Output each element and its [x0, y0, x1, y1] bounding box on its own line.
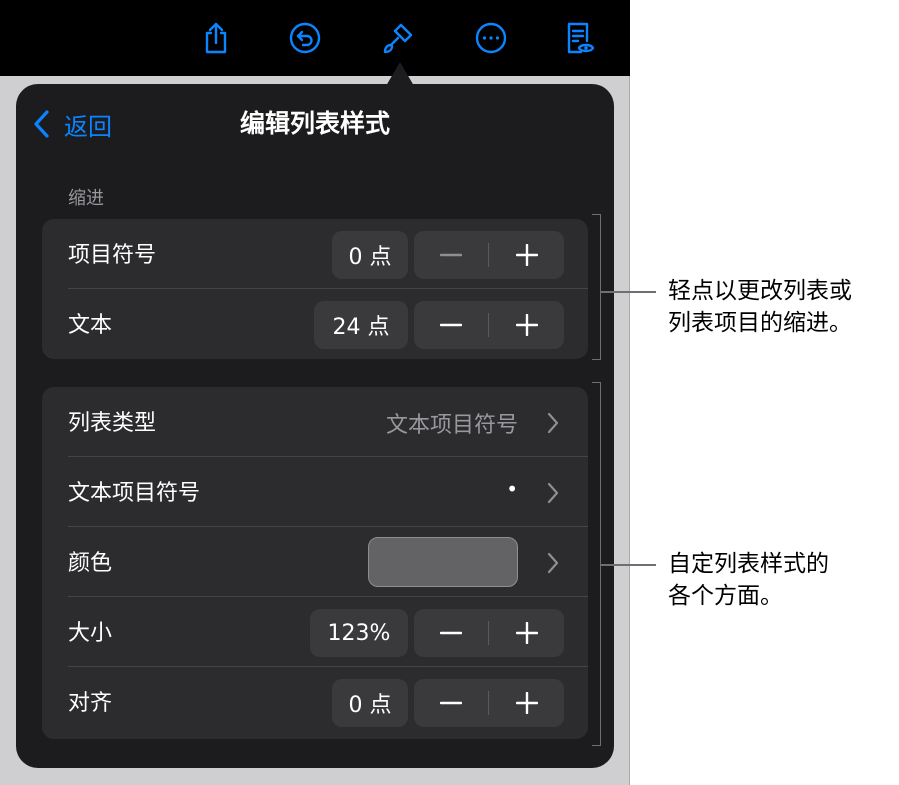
popover-arrow	[386, 62, 414, 86]
indent-group: 项目符号 0 点 文本 24 点	[42, 219, 588, 359]
text-bullet-value: •	[506, 477, 518, 501]
text-bullet-label: 文本项目符号	[68, 481, 201, 506]
list-style-group: 列表类型 文本项目符号 文本项目符号 • 颜色 大小 123% 对齐 0 点	[42, 387, 588, 739]
indent-bracket	[592, 214, 601, 360]
style-callout-line-2: 各个方面。	[668, 583, 783, 609]
bullet-indent-label: 项目符号	[68, 243, 157, 268]
color-label: 颜色	[68, 551, 113, 576]
text-indent-value[interactable]: 24 点	[314, 301, 408, 349]
share-icon[interactable]	[196, 18, 236, 58]
size-stepper	[414, 609, 564, 657]
size-decrement-button[interactable]	[414, 609, 488, 657]
indent-callout-line	[601, 291, 656, 293]
indent-callout-line-2: 列表项目的缩进。	[668, 310, 852, 336]
text-bullet-row[interactable]: 文本项目符号 •	[42, 457, 588, 527]
color-row[interactable]: 颜色	[42, 527, 588, 597]
chevron-right-icon	[547, 412, 559, 434]
stepper-divider	[488, 243, 489, 267]
bullet-indent-decrement-button[interactable]	[414, 231, 488, 279]
text-indent-increment-button[interactable]	[490, 301, 564, 349]
style-bracket	[592, 382, 601, 746]
bullet-indent-row: 项目符号 0 点	[42, 219, 588, 289]
text-indent-stepper	[414, 301, 564, 349]
stepper-divider	[488, 691, 489, 715]
plus-icon	[516, 244, 538, 266]
plus-icon	[516, 314, 538, 336]
minus-icon	[440, 323, 462, 327]
align-row: 对齐 0 点	[42, 667, 588, 737]
list-type-label: 列表类型	[68, 411, 157, 436]
list-type-row[interactable]: 列表类型 文本项目符号	[42, 387, 588, 457]
indent-section-label: 缩进	[68, 188, 104, 209]
color-swatch[interactable]	[368, 537, 518, 587]
align-label: 对齐	[68, 691, 113, 716]
indent-callout: 轻点以更改列表或 列表项目的缩进。	[668, 275, 852, 339]
style-callout-line-1: 自定列表样式的	[668, 551, 829, 577]
plus-icon	[516, 692, 538, 714]
toolbar	[0, 0, 630, 76]
size-value[interactable]: 123%	[310, 609, 408, 657]
size-row: 大小 123%	[42, 597, 588, 667]
indent-callout-line-1: 轻点以更改列表或	[668, 278, 852, 304]
undo-icon[interactable]	[285, 18, 325, 58]
popover-title: 编辑列表样式	[239, 109, 390, 138]
more-icon[interactable]	[471, 18, 511, 58]
stepper-divider	[488, 621, 489, 645]
paintbrush-icon[interactable]	[378, 18, 418, 58]
size-label: 大小	[68, 621, 113, 646]
minus-icon	[440, 631, 462, 635]
chevron-right-icon	[547, 552, 559, 574]
align-increment-button[interactable]	[490, 679, 564, 727]
bullet-indent-increment-button[interactable]	[490, 231, 564, 279]
text-indent-label: 文本	[68, 313, 113, 338]
style-callout: 自定列表样式的 各个方面。	[668, 548, 829, 612]
minus-icon	[440, 701, 462, 705]
reader-view-icon[interactable]	[558, 18, 598, 58]
list-type-value: 文本项目符号	[385, 413, 518, 438]
plus-icon	[516, 622, 538, 644]
align-stepper	[414, 679, 564, 727]
align-decrement-button[interactable]	[414, 679, 488, 727]
bullet-indent-value[interactable]: 0 点	[332, 231, 408, 279]
style-callout-line	[601, 564, 656, 566]
text-indent-decrement-button[interactable]	[414, 301, 488, 349]
stepper-divider	[488, 313, 489, 337]
text-indent-row: 文本 24 点	[42, 289, 588, 359]
minus-icon	[440, 253, 462, 257]
bullet-indent-stepper	[414, 231, 564, 279]
align-value[interactable]: 0 点	[332, 679, 408, 727]
size-increment-button[interactable]	[490, 609, 564, 657]
chevron-right-icon	[547, 482, 559, 504]
